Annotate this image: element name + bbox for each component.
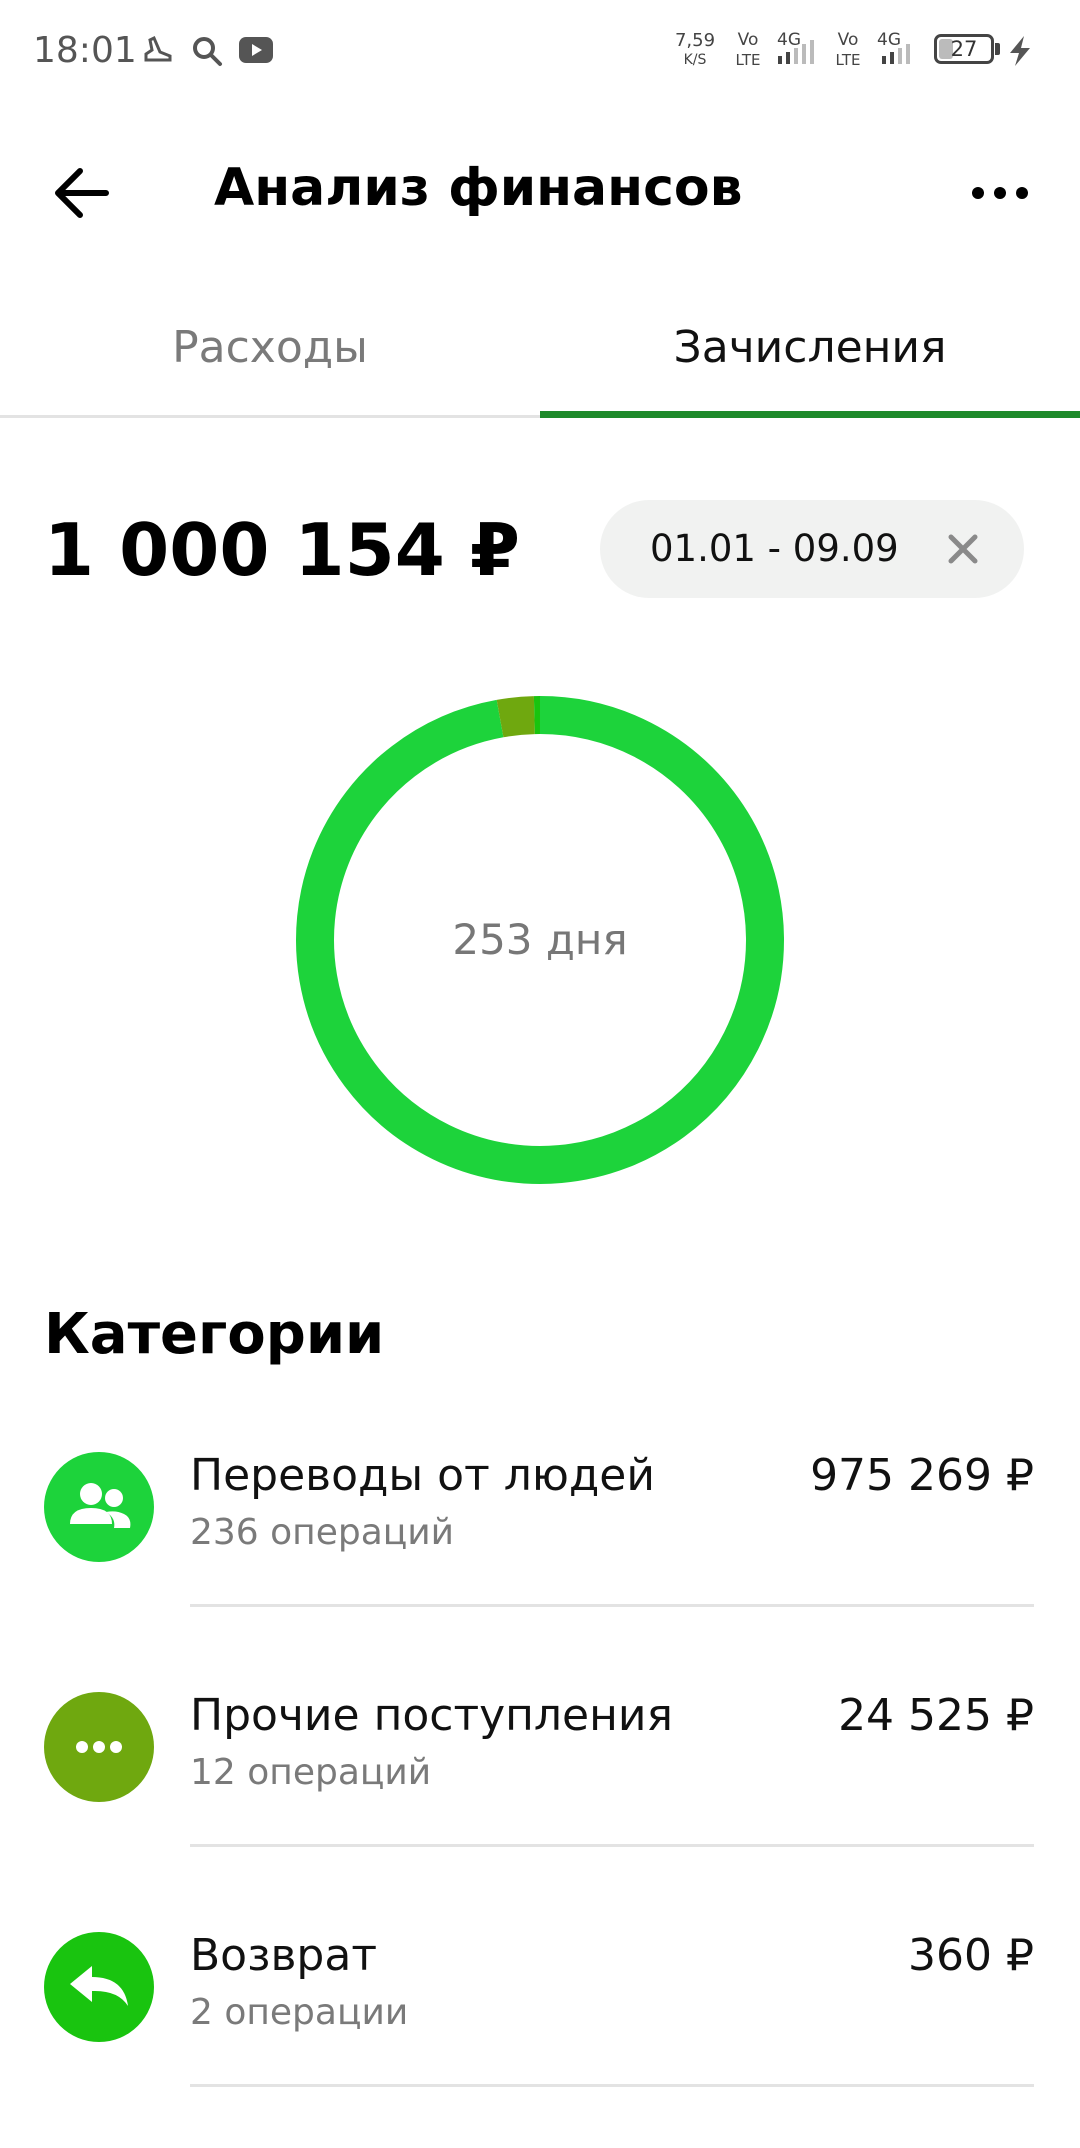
- divider: [190, 1604, 1034, 1607]
- category-count: 236 операций: [190, 1512, 454, 1553]
- more-horizontal-icon: [960, 155, 1040, 235]
- battery-level: 27: [937, 37, 991, 61]
- volte1-top: Vo: [728, 32, 768, 49]
- search-icon: [190, 34, 224, 68]
- signal-icon: [776, 36, 826, 66]
- status-bar: 18:01 7,59 K/S Vo LTE 4G Vo LTE 4G 27: [0, 0, 1080, 100]
- category-count: 12 операций: [190, 1752, 431, 1793]
- page-title: Анализ финансов: [214, 158, 743, 218]
- categories-title: Категории: [44, 1302, 384, 1367]
- boot-icon: [140, 32, 176, 68]
- category-count: 2 операции: [190, 1992, 408, 2033]
- more-options-button[interactable]: [960, 155, 1040, 235]
- net-speed-unit: K/S: [672, 52, 718, 69]
- back-button[interactable]: [40, 155, 120, 235]
- category-name: Прочие поступления: [190, 1690, 673, 1741]
- category-icon-bg: [44, 1692, 154, 1802]
- arrow-left-icon: [40, 155, 120, 235]
- category-row-people-transfers[interactable]: Переводы от людей 236 операций 975 269 ₽: [0, 1428, 1080, 1668]
- charging-icon: [1004, 34, 1036, 68]
- category-icon-bg: [44, 1452, 154, 1562]
- youtube-icon: [238, 36, 274, 64]
- active-tab-indicator: [540, 411, 1080, 418]
- app-header: Анализ финансов: [0, 120, 1080, 260]
- category-amount: 975 269 ₽: [810, 1450, 1034, 1501]
- donut-chart: 253 дня: [290, 690, 790, 1190]
- category-amount: 360 ₽: [908, 1930, 1034, 1981]
- volte1-bottom: LTE: [728, 52, 768, 69]
- category-amount: 24 525 ₽: [838, 1690, 1034, 1741]
- return-arrow-icon: [44, 1932, 154, 2042]
- period-filter-chip[interactable]: 01.01 - 09.09: [600, 500, 1024, 598]
- battery-tip: [995, 43, 1000, 55]
- chart-center-label: 253 дня: [290, 690, 790, 1190]
- status-time: 18:01: [33, 30, 137, 71]
- category-name: Возврат: [190, 1930, 377, 1981]
- dots-icon: [44, 1692, 154, 1802]
- volte2-top: Vo: [828, 32, 868, 49]
- category-name: Переводы от людей: [190, 1450, 655, 1501]
- divider: [190, 2084, 1034, 2087]
- battery-icon: 27: [934, 34, 994, 64]
- divider: [190, 1844, 1034, 1847]
- total-amount: 1 000 154 ₽: [44, 508, 520, 592]
- net-speed-value: 7,59: [672, 32, 718, 49]
- volte2-bottom: LTE: [828, 52, 868, 69]
- tab-bar: Расходы Зачисления: [0, 300, 1080, 418]
- category-row-other-income[interactable]: Прочие поступления 12 операций 24 525 ₽: [0, 1668, 1080, 1908]
- signal-icon: [880, 36, 930, 66]
- people-icon: [44, 1452, 154, 1562]
- category-row-refund[interactable]: Возврат 2 операции 360 ₽: [0, 1908, 1080, 2148]
- tab-expenses[interactable]: Расходы: [0, 300, 540, 418]
- category-icon-bg: [44, 1932, 154, 2042]
- close-icon[interactable]: [938, 524, 988, 574]
- tab-income[interactable]: Зачисления: [540, 300, 1080, 418]
- period-text: 01.01 - 09.09: [650, 500, 899, 598]
